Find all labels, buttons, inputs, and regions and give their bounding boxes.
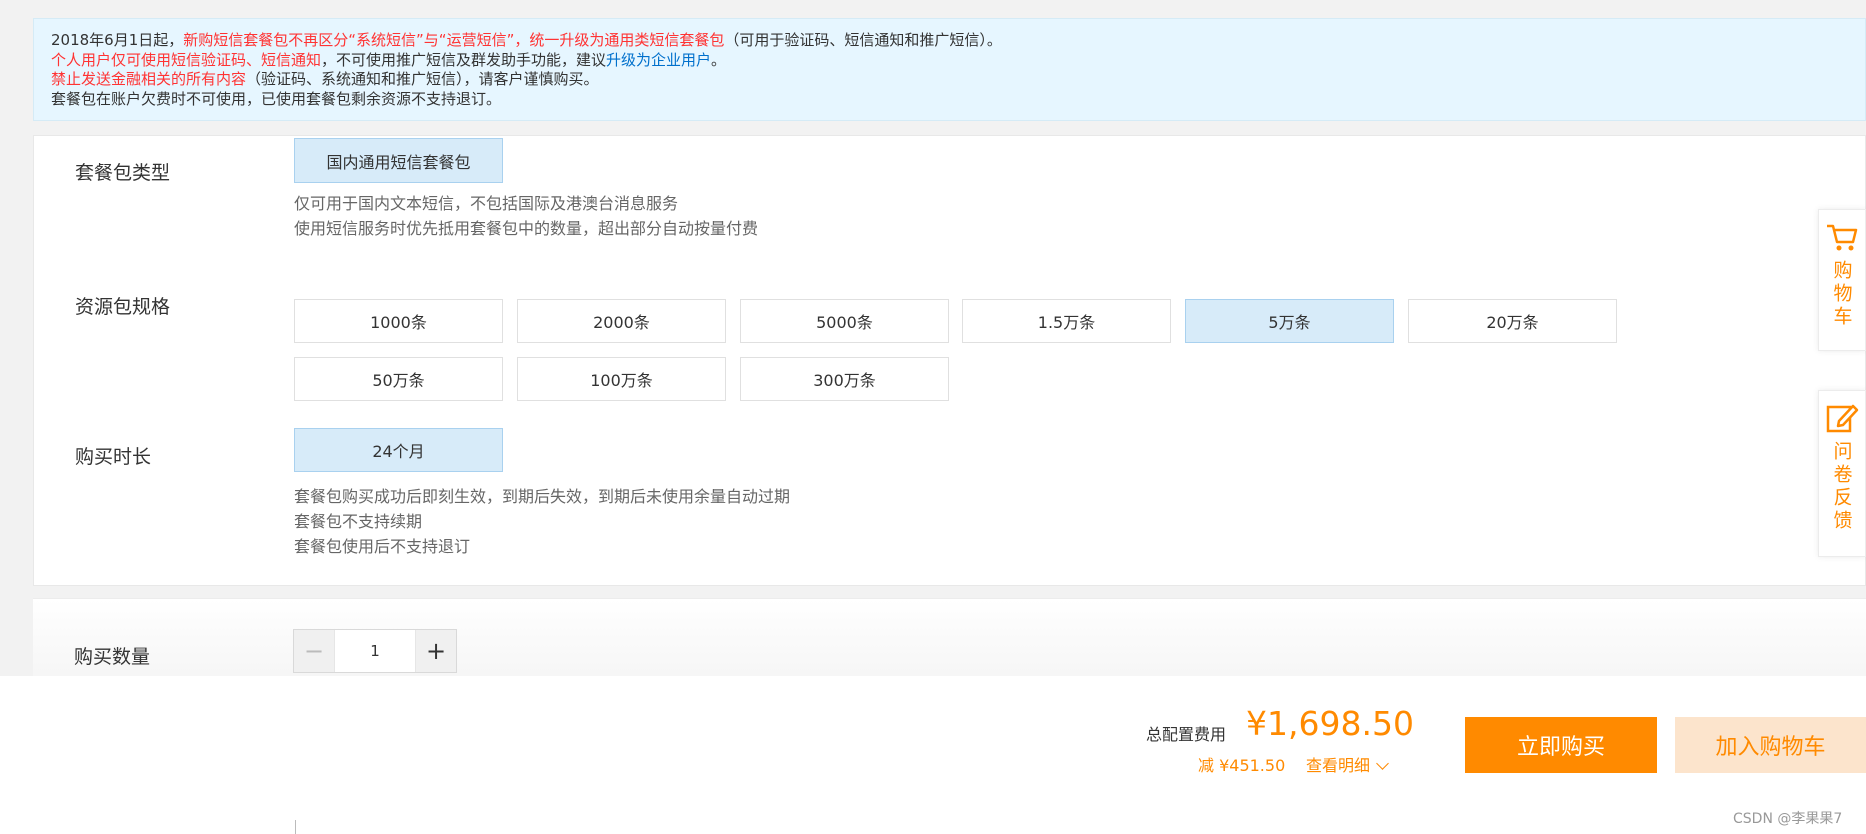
- notice-highlight: 个人用户仅可使用短信验证码、短信通知: [51, 50, 322, 69]
- spec-option-1000[interactable]: 1000条: [294, 299, 503, 343]
- survey-float-button[interactable]: 问卷反馈: [1818, 390, 1866, 557]
- divider: [295, 820, 296, 834]
- config-panel: 套餐包类型 国内通用短信套餐包 仅可用于国内文本短信，不包括国际及港澳台消息服务…: [33, 135, 1866, 586]
- quantity-label: 购买数量: [74, 646, 151, 668]
- checkout-footer: 总配置费用 ¥1,698.50 减 ¥451.50 查看明细 立即购买 加入购物…: [0, 676, 1866, 834]
- cart-float-button[interactable]: 购物车: [1818, 209, 1866, 351]
- watermark: CSDN @李果果7: [1733, 811, 1843, 827]
- fee-total: ¥1,698.50: [1246, 704, 1414, 743]
- desc-line: 套餐包购买成功后即刻生效，到期后失效，到期后未使用余量自动过期: [294, 487, 791, 506]
- notice-highlight: 禁止发送金融相关的所有内容: [51, 70, 247, 88]
- spec-option-500k[interactable]: 50万条: [294, 357, 503, 401]
- notice-line-2: 个人用户仅可使用短信验证码、短信通知，不可使用推广短信及群发助手功能，建议升级为…: [51, 51, 1848, 71]
- notice-text: （验证码、系统通知和推广短信），请客户谨慎购买。: [246, 70, 599, 88]
- view-detail-label: 查看明细: [1306, 756, 1371, 775]
- quantity-stepper: − 1 +: [293, 629, 457, 673]
- duration-desc: 套餐包购买成功后即刻生效，到期后失效，到期后未使用余量自动过期 套餐包不支持续期…: [294, 484, 790, 559]
- notice-line-3: 禁止发送金融相关的所有内容（验证码、系统通知和推广短信），请客户谨慎购买。: [51, 70, 1848, 90]
- desc-line: 仅可用于国内文本短信，不包括国际及港澳台消息服务: [294, 194, 679, 213]
- spec-option-50k[interactable]: 5万条: [1185, 299, 1394, 343]
- notice-text: （可用于验证码、短信通知和推广短信）。: [724, 31, 1002, 49]
- spec-option-2000[interactable]: 2000条: [517, 299, 726, 343]
- fee-label: 总配置费用: [1146, 725, 1227, 744]
- package-type-label: 套餐包类型: [75, 162, 171, 184]
- spec-option-3m[interactable]: 300万条: [740, 357, 949, 401]
- decrement-button[interactable]: −: [294, 630, 334, 672]
- chevron-down-icon: [1376, 757, 1389, 770]
- desc-line: 套餐包使用后不支持退订: [294, 537, 471, 556]
- desc-line: 套餐包不支持续期: [294, 512, 423, 531]
- view-detail-link[interactable]: 查看明细: [1306, 752, 1389, 776]
- spec-label: 资源包规格: [75, 296, 171, 318]
- notice-text: 2018年6月1日起，: [51, 31, 184, 49]
- increment-button[interactable]: +: [416, 630, 456, 672]
- notice-highlight: 新购短信套餐包不再区分“系统短信”与“运营短信”，统一升级为通用类短信套餐包: [183, 31, 725, 49]
- spec-option-1m[interactable]: 100万条: [517, 357, 726, 401]
- notice-text: ，不可使用推广短信及群发助手功能，建议: [321, 50, 607, 69]
- cart-float-label: 购物车: [1830, 260, 1853, 329]
- notice-text: 。: [711, 50, 727, 69]
- notice-banner: 2018年6月1日起，新购短信套餐包不再区分“系统短信”与“运营短信”，统一升级…: [33, 18, 1866, 121]
- buy-now-button[interactable]: 立即购买: [1465, 717, 1657, 773]
- spec-option-5000[interactable]: 5000条: [740, 299, 949, 343]
- upgrade-enterprise-link[interactable]: 升级为企业用户: [606, 51, 711, 69]
- spec-option-200k[interactable]: 20万条: [1408, 299, 1617, 343]
- spec-option-15k[interactable]: 1.5万条: [962, 299, 1171, 343]
- add-to-cart-button[interactable]: 加入购物车: [1675, 717, 1866, 773]
- package-type-desc: 仅可用于国内文本短信，不包括国际及港澳台消息服务 使用短信服务时优先抵用套餐包中…: [294, 191, 758, 241]
- survey-float-label: 问卷反馈: [1830, 441, 1853, 533]
- package-type-option[interactable]: 国内通用短信套餐包: [294, 138, 503, 183]
- edit-icon: [1826, 404, 1859, 433]
- notice-line-4: 套餐包在账户欠费时不可使用，已使用套餐包剩余资源不支持退订。: [51, 89, 502, 108]
- cart-icon: [1827, 224, 1858, 251]
- duration-label: 购买时长: [75, 446, 152, 468]
- quantity-input[interactable]: 1: [334, 630, 416, 672]
- notice-line-1: 2018年6月1日起，新购短信套餐包不再区分“系统短信”与“运营短信”，统一升级…: [51, 31, 1848, 51]
- duration-option[interactable]: 24个月: [294, 428, 503, 472]
- desc-line: 使用短信服务时优先抵用套餐包中的数量，超出部分自动按量付费: [294, 219, 759, 238]
- discount-amount: 减 ¥451.50: [1198, 756, 1286, 775]
